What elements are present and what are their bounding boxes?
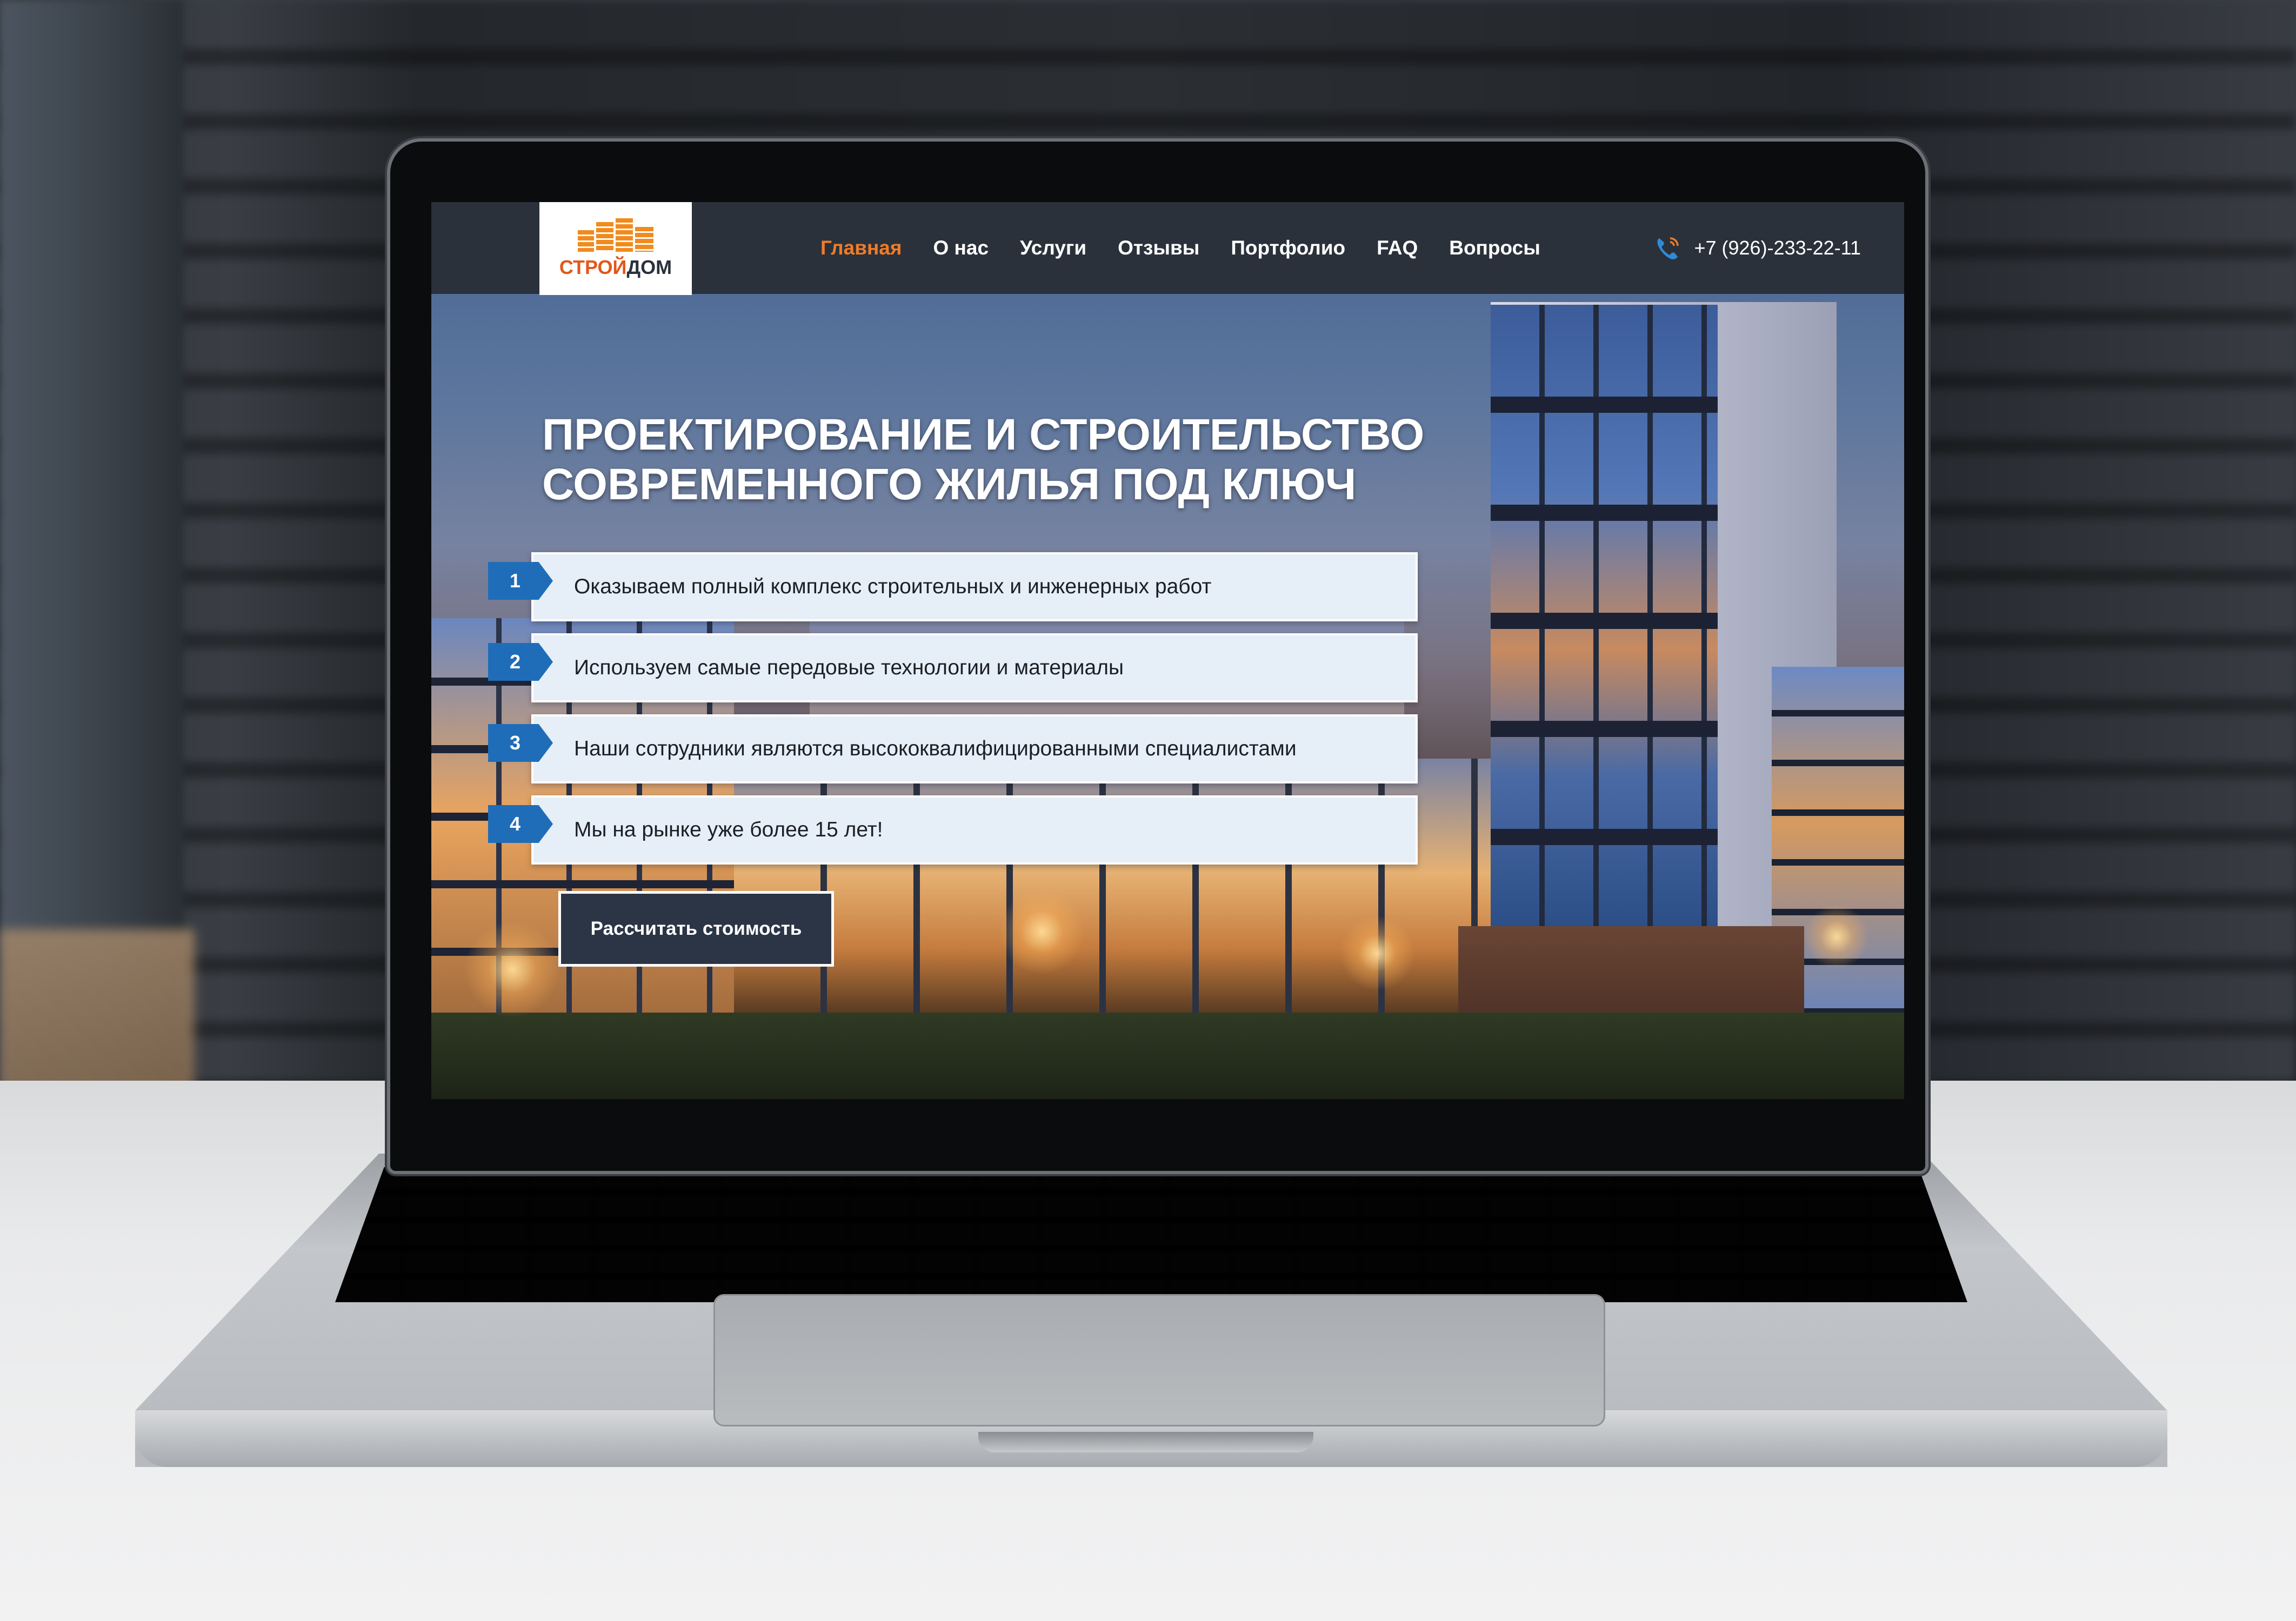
site-header: СТРОЙДОМ Главная О нас Услуги Отзывы Пор… — [431, 202, 1904, 295]
main-nav: Главная О нас Услуги Отзывы Портфолио FA… — [820, 202, 1540, 294]
laptop-trackpad — [713, 1294, 1605, 1426]
nav-item-home[interactable]: Главная — [820, 237, 902, 259]
phone-contact[interactable]: +7 (926)-233-22-11 — [1654, 202, 1861, 294]
logo-buildings-icon — [578, 218, 653, 252]
hero-title-line2: СОВРЕМЕННОГО ЖИЛЬЯ ПОД КЛЮЧ — [542, 460, 1357, 509]
street-light-glow — [999, 888, 1085, 975]
feature-text: Используем самые передовые технологии и … — [531, 633, 1418, 702]
list-item: 4 Мы на рынке уже более 15 лет! — [488, 795, 1418, 865]
nav-item-about[interactable]: О нас — [933, 237, 989, 259]
feature-text: Мы на рынке уже более 15 лет! — [531, 795, 1418, 865]
laptop-screen: СТРОЙДОМ Главная О нас Услуги Отзывы Пор… — [431, 202, 1904, 1099]
nav-item-services[interactable]: Услуги — [1020, 237, 1086, 259]
feature-text: Оказываем полный комплекс строительных и… — [531, 552, 1418, 621]
list-item: 1 Оказываем полный комплекс строительных… — [488, 552, 1418, 621]
features-list: 1 Оказываем полный комплекс строительных… — [488, 552, 1418, 876]
feature-text: Наши сотрудники являются высококвалифици… — [531, 714, 1418, 783]
street-light-glow — [1339, 915, 1415, 991]
phone-icon — [1657, 237, 1679, 259]
list-item: 2 Используем самые передовые технологии … — [488, 633, 1418, 702]
street-light-glow — [464, 921, 561, 1018]
nav-item-faq[interactable]: FAQ — [1377, 237, 1418, 259]
list-item: 3 Наши сотрудники являются высококвалифи… — [488, 714, 1418, 783]
nav-item-reviews[interactable]: Отзывы — [1118, 237, 1199, 259]
hero-title: ПРОЕКТИРОВАНИЕ И СТРОИТЕЛЬСТВО СОВРЕМЕНН… — [542, 410, 1461, 510]
calculate-cost-button[interactable]: Рассчитать стоимость — [558, 891, 834, 967]
hero-title-line1: ПРОЕКТИРОВАНИЕ И СТРОИТЕЛЬСТВО — [542, 410, 1425, 459]
logo[interactable]: СТРОЙДОМ — [539, 202, 692, 295]
nav-item-questions[interactable]: Вопросы — [1449, 237, 1540, 259]
street-light-glow — [1804, 905, 1869, 969]
laptop-keyboard — [335, 1167, 1967, 1302]
nav-item-portfolio[interactable]: Портфолио — [1231, 237, 1345, 259]
laptop-notch — [978, 1432, 1313, 1452]
phone-number: +7 (926)-233-22-11 — [1694, 237, 1861, 259]
lawn — [431, 1013, 1904, 1099]
building-glass — [1491, 305, 1718, 932]
logo-text: СТРОЙДОМ — [559, 256, 672, 278]
